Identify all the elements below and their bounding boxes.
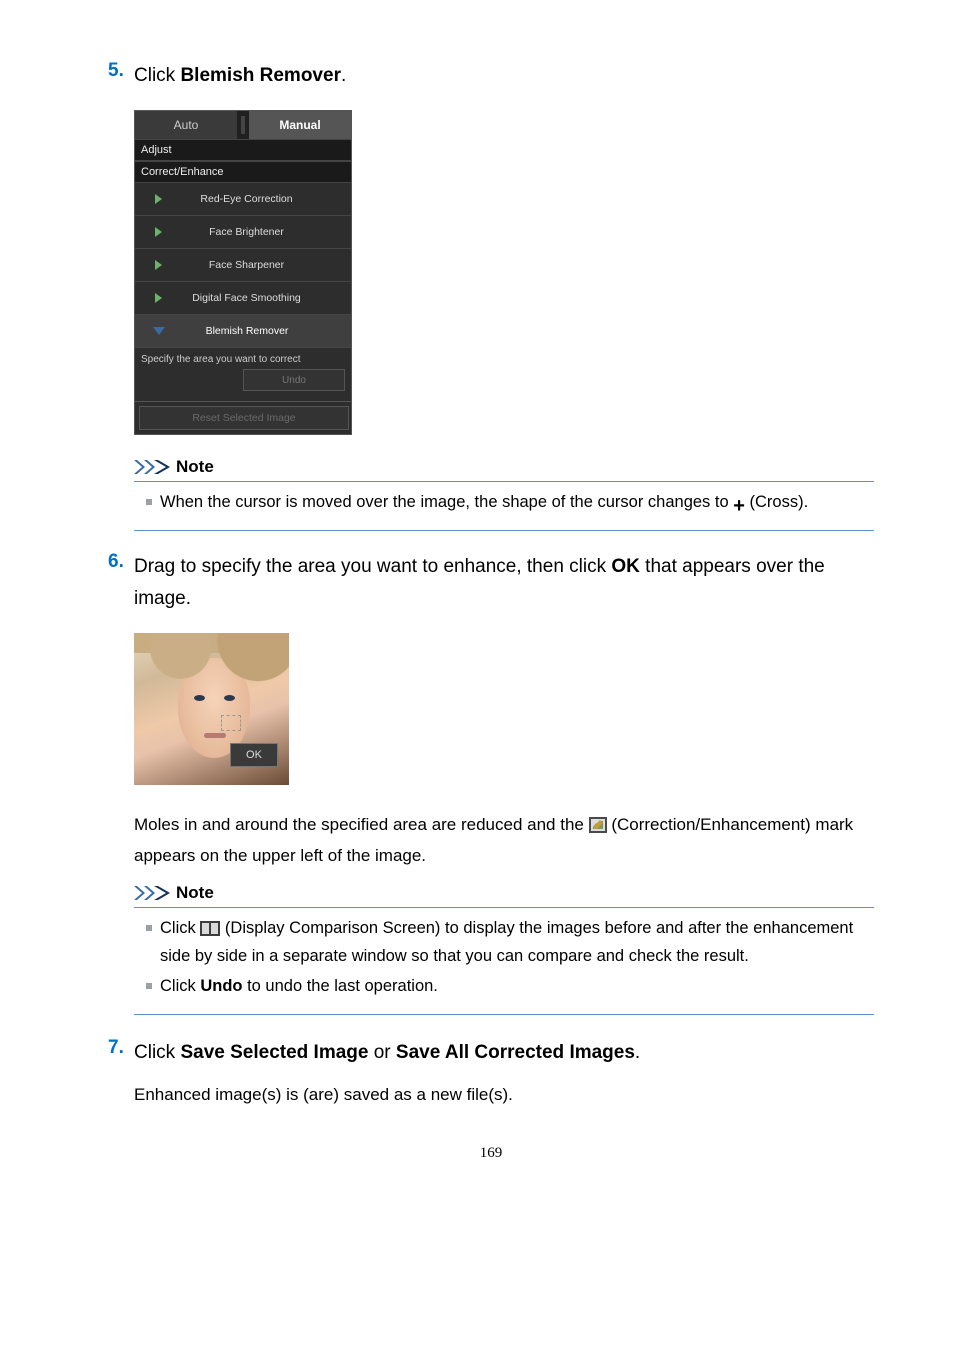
note-2-item-2a: Click xyxy=(160,977,200,995)
play-icon xyxy=(155,227,162,237)
tool-face-sharpener[interactable]: Face Sharpener xyxy=(135,249,351,282)
triangle-down-icon xyxy=(153,327,165,335)
tab-auto[interactable]: Auto xyxy=(135,111,237,139)
tool-red-eye-label: Red-Eye Correction xyxy=(184,193,351,205)
note-block-1: Note When the cursor is moved over the i… xyxy=(134,457,874,531)
reset-selected-image-button[interactable]: Reset Selected Image xyxy=(139,406,349,430)
tool-brightener-label: Face Brightener xyxy=(184,226,351,238)
page-number: 169 xyxy=(108,1145,874,1162)
step-6-bold: OK xyxy=(611,556,640,577)
note-2-item-2: Click Undo to undo the last operation. xyxy=(146,974,874,1000)
after6-a: Moles in and around the specified area a… xyxy=(134,815,589,834)
tool-blemish-label: Blemish Remover xyxy=(185,325,351,337)
step-7-bold1: Save Selected Image xyxy=(180,1042,368,1063)
section-correct-enhance[interactable]: Correct/Enhance xyxy=(135,161,351,183)
step-7-mid: or xyxy=(368,1042,395,1063)
note-2-top-rule xyxy=(134,907,874,908)
note-block-2: Note Click (Display Comparison Screen) t… xyxy=(134,883,874,1015)
note-1-item-1: When the cursor is moved over the image,… xyxy=(146,490,874,516)
note-2-item-2bold: Undo xyxy=(200,977,242,995)
note-2-bottom-rule xyxy=(134,1014,874,1015)
tool-smoothing-label: Digital Face Smoothing xyxy=(184,292,351,304)
play-icon xyxy=(155,194,162,204)
step-5-number: 5. xyxy=(108,60,134,82)
play-icon xyxy=(155,293,162,303)
note-chevrons-icon xyxy=(134,459,170,475)
tool-face-brightener[interactable]: Face Brightener xyxy=(135,216,351,249)
step-5-post: . xyxy=(341,65,346,86)
undo-button[interactable]: Undo xyxy=(243,369,345,391)
step-6-text: Drag to specify the area you want to enh… xyxy=(134,551,874,616)
step-6-number: 6. xyxy=(108,551,134,573)
note-1-title: Note xyxy=(176,457,214,477)
step-6-pre: Drag to specify the area you want to enh… xyxy=(134,556,611,577)
note-2-item-2b: to undo the last operation. xyxy=(243,977,438,995)
step-5-bold: Blemish Remover xyxy=(180,65,341,86)
note-1-top-rule xyxy=(134,481,874,482)
section-adjust[interactable]: Adjust xyxy=(135,139,351,161)
step-7-number: 7. xyxy=(108,1037,134,1059)
specify-hint: Specify the area you want to correct xyxy=(135,348,351,369)
after-step-7-text: Enhanced image(s) is (are) saved as a ne… xyxy=(134,1085,874,1105)
note-1-item-1a: When the cursor is moved over the image,… xyxy=(160,493,733,511)
note-2-item-1b: (Display Comparison Screen) to display t… xyxy=(160,919,853,966)
play-icon xyxy=(155,260,162,270)
tool-digital-smoothing[interactable]: Digital Face Smoothing xyxy=(135,282,351,315)
step-7-post: . xyxy=(635,1042,640,1063)
step-5-text: Click Blemish Remover. xyxy=(134,60,874,92)
selection-rectangle xyxy=(221,715,241,731)
step-5-pre: Click xyxy=(134,65,180,86)
step-7-text: Click Save Selected Image or Save All Co… xyxy=(134,1037,874,1069)
correct-enhance-panel: Auto Manual Adjust Correct/Enhance Red-E… xyxy=(134,110,352,435)
compare-screen-icon xyxy=(200,919,220,945)
note-2-item-1: Click (Display Comparison Screen) to dis… xyxy=(146,916,874,970)
ok-overlay-button[interactable]: OK xyxy=(230,743,278,767)
note-1-bottom-rule xyxy=(134,530,874,531)
step-7-bold2: Save All Corrected Images xyxy=(396,1042,635,1063)
tab-separator xyxy=(237,111,249,139)
correction-mark-icon xyxy=(589,814,607,841)
tool-red-eye[interactable]: Red-Eye Correction xyxy=(135,183,351,216)
step-7-pre: Click xyxy=(134,1042,180,1063)
note-chevrons-icon xyxy=(134,885,170,901)
note-2-title: Note xyxy=(176,883,214,903)
note-2-item-1a: Click xyxy=(160,919,200,937)
tab-manual[interactable]: Manual xyxy=(249,111,351,139)
after-step-6-text: Moles in and around the specified area a… xyxy=(134,811,874,868)
tool-blemish-remover[interactable]: Blemish Remover xyxy=(135,315,351,348)
tool-sharpener-label: Face Sharpener xyxy=(184,259,351,271)
note-1-item-1b: (Cross). xyxy=(745,493,808,511)
face-preview-image: OK xyxy=(134,633,289,785)
